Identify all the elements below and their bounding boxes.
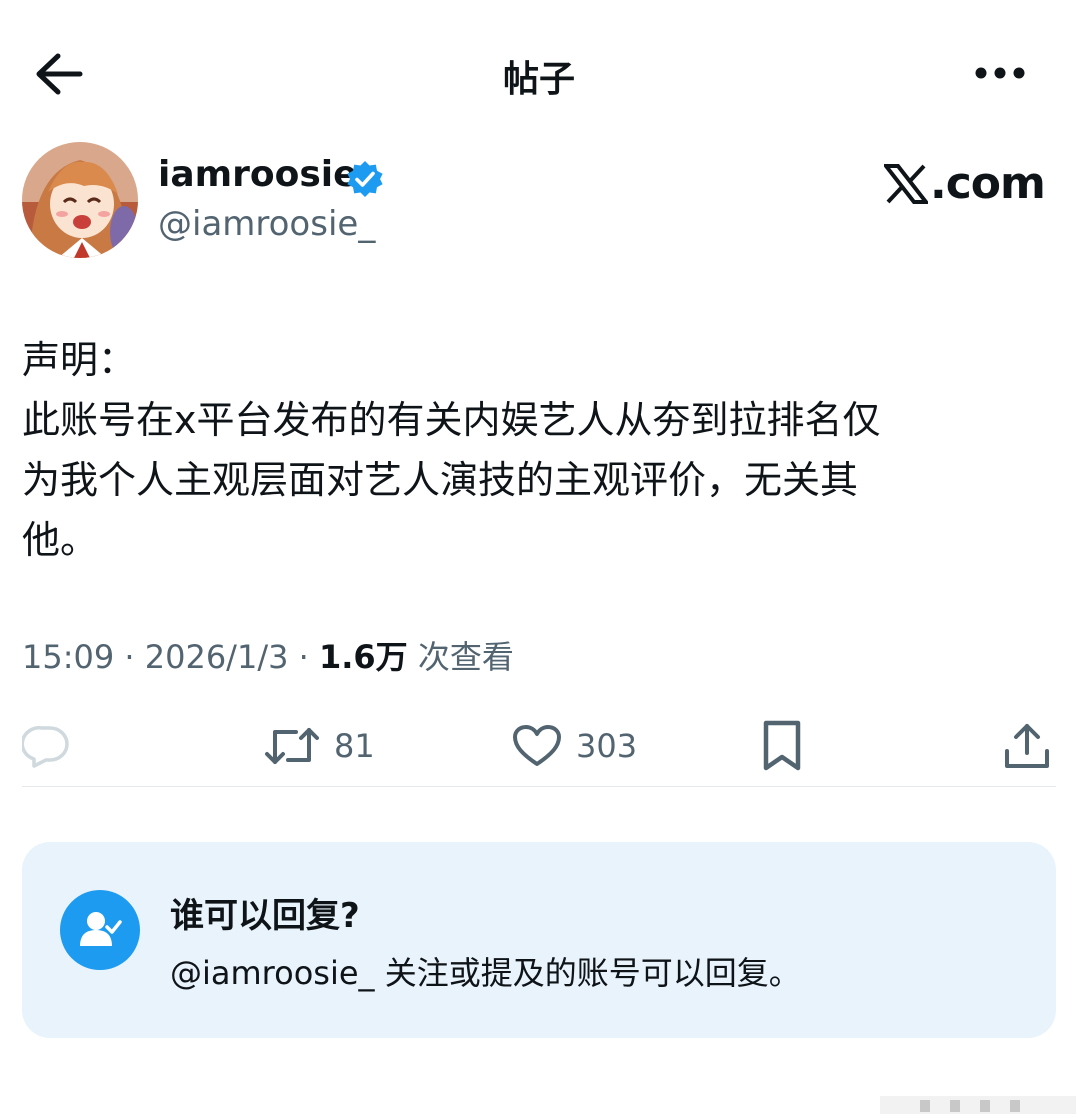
scroll-hint <box>880 1090 1076 1114</box>
post-line: 此账号在x平台发布的有关内娱艺人从夯到拉排名仅 <box>22 398 881 442</box>
page-title: 帖子 <box>502 59 575 100</box>
post-line: 他。 <box>22 518 99 562</box>
bookmark-button[interactable] <box>760 718 804 774</box>
x-watermark: .com <box>884 158 1046 212</box>
post-time[interactable]: 15:09 <box>22 638 114 676</box>
more-button[interactable] <box>972 58 1028 88</box>
x-logo-icon <box>884 164 928 204</box>
like-count: 303 <box>576 727 638 765</box>
post-text: 声明： 此账号在x平台发布的有关内娱艺人从夯到拉排名仅 为我个人主观层面对艺人演… <box>22 330 1052 570</box>
post-line: 为我个人主观层面对艺人演技的主观评价，无关其 <box>22 458 859 502</box>
author-handle[interactable]: @iamroosie_ <box>158 204 375 244</box>
meta-separator: · <box>124 638 145 676</box>
watermark-text: .com <box>930 158 1046 209</box>
reply-button[interactable] <box>22 718 70 774</box>
more-horizontal-icon <box>975 67 1025 79</box>
post-meta: 15:09 · 2026/1/3 · 1.6万 次查看 <box>22 632 514 678</box>
reply-icon <box>22 726 69 768</box>
verified-badge-icon <box>346 160 384 198</box>
avatar[interactable] <box>22 142 138 258</box>
like-button[interactable]: 303 <box>512 718 637 774</box>
reply-settings-title: 谁可以回复? <box>170 896 360 936</box>
views-count: 1.6万 <box>318 638 408 676</box>
views-label: 次查看 <box>417 638 514 676</box>
meta-separator: · <box>298 638 319 676</box>
post-date[interactable]: 2026/1/3 <box>145 638 289 676</box>
repost-button[interactable]: 81 <box>264 718 375 774</box>
divider <box>22 786 1056 787</box>
repost-count: 81 <box>334 727 375 765</box>
repost-icon <box>265 728 319 764</box>
reply-settings-card <box>22 842 1056 1038</box>
author-name[interactable]: iamroosie <box>158 154 358 195</box>
reply-restriction-icon <box>60 890 140 970</box>
heart-icon <box>513 725 561 766</box>
post-line: 声明： <box>22 338 137 382</box>
share-button[interactable] <box>1002 718 1052 774</box>
share-icon <box>1005 724 1049 768</box>
reply-settings-description: @iamroosie_ 关注或提及的账号可以回复。 <box>170 954 801 992</box>
action-bar: 81 303 <box>0 718 1078 774</box>
bookmark-icon <box>763 720 801 771</box>
